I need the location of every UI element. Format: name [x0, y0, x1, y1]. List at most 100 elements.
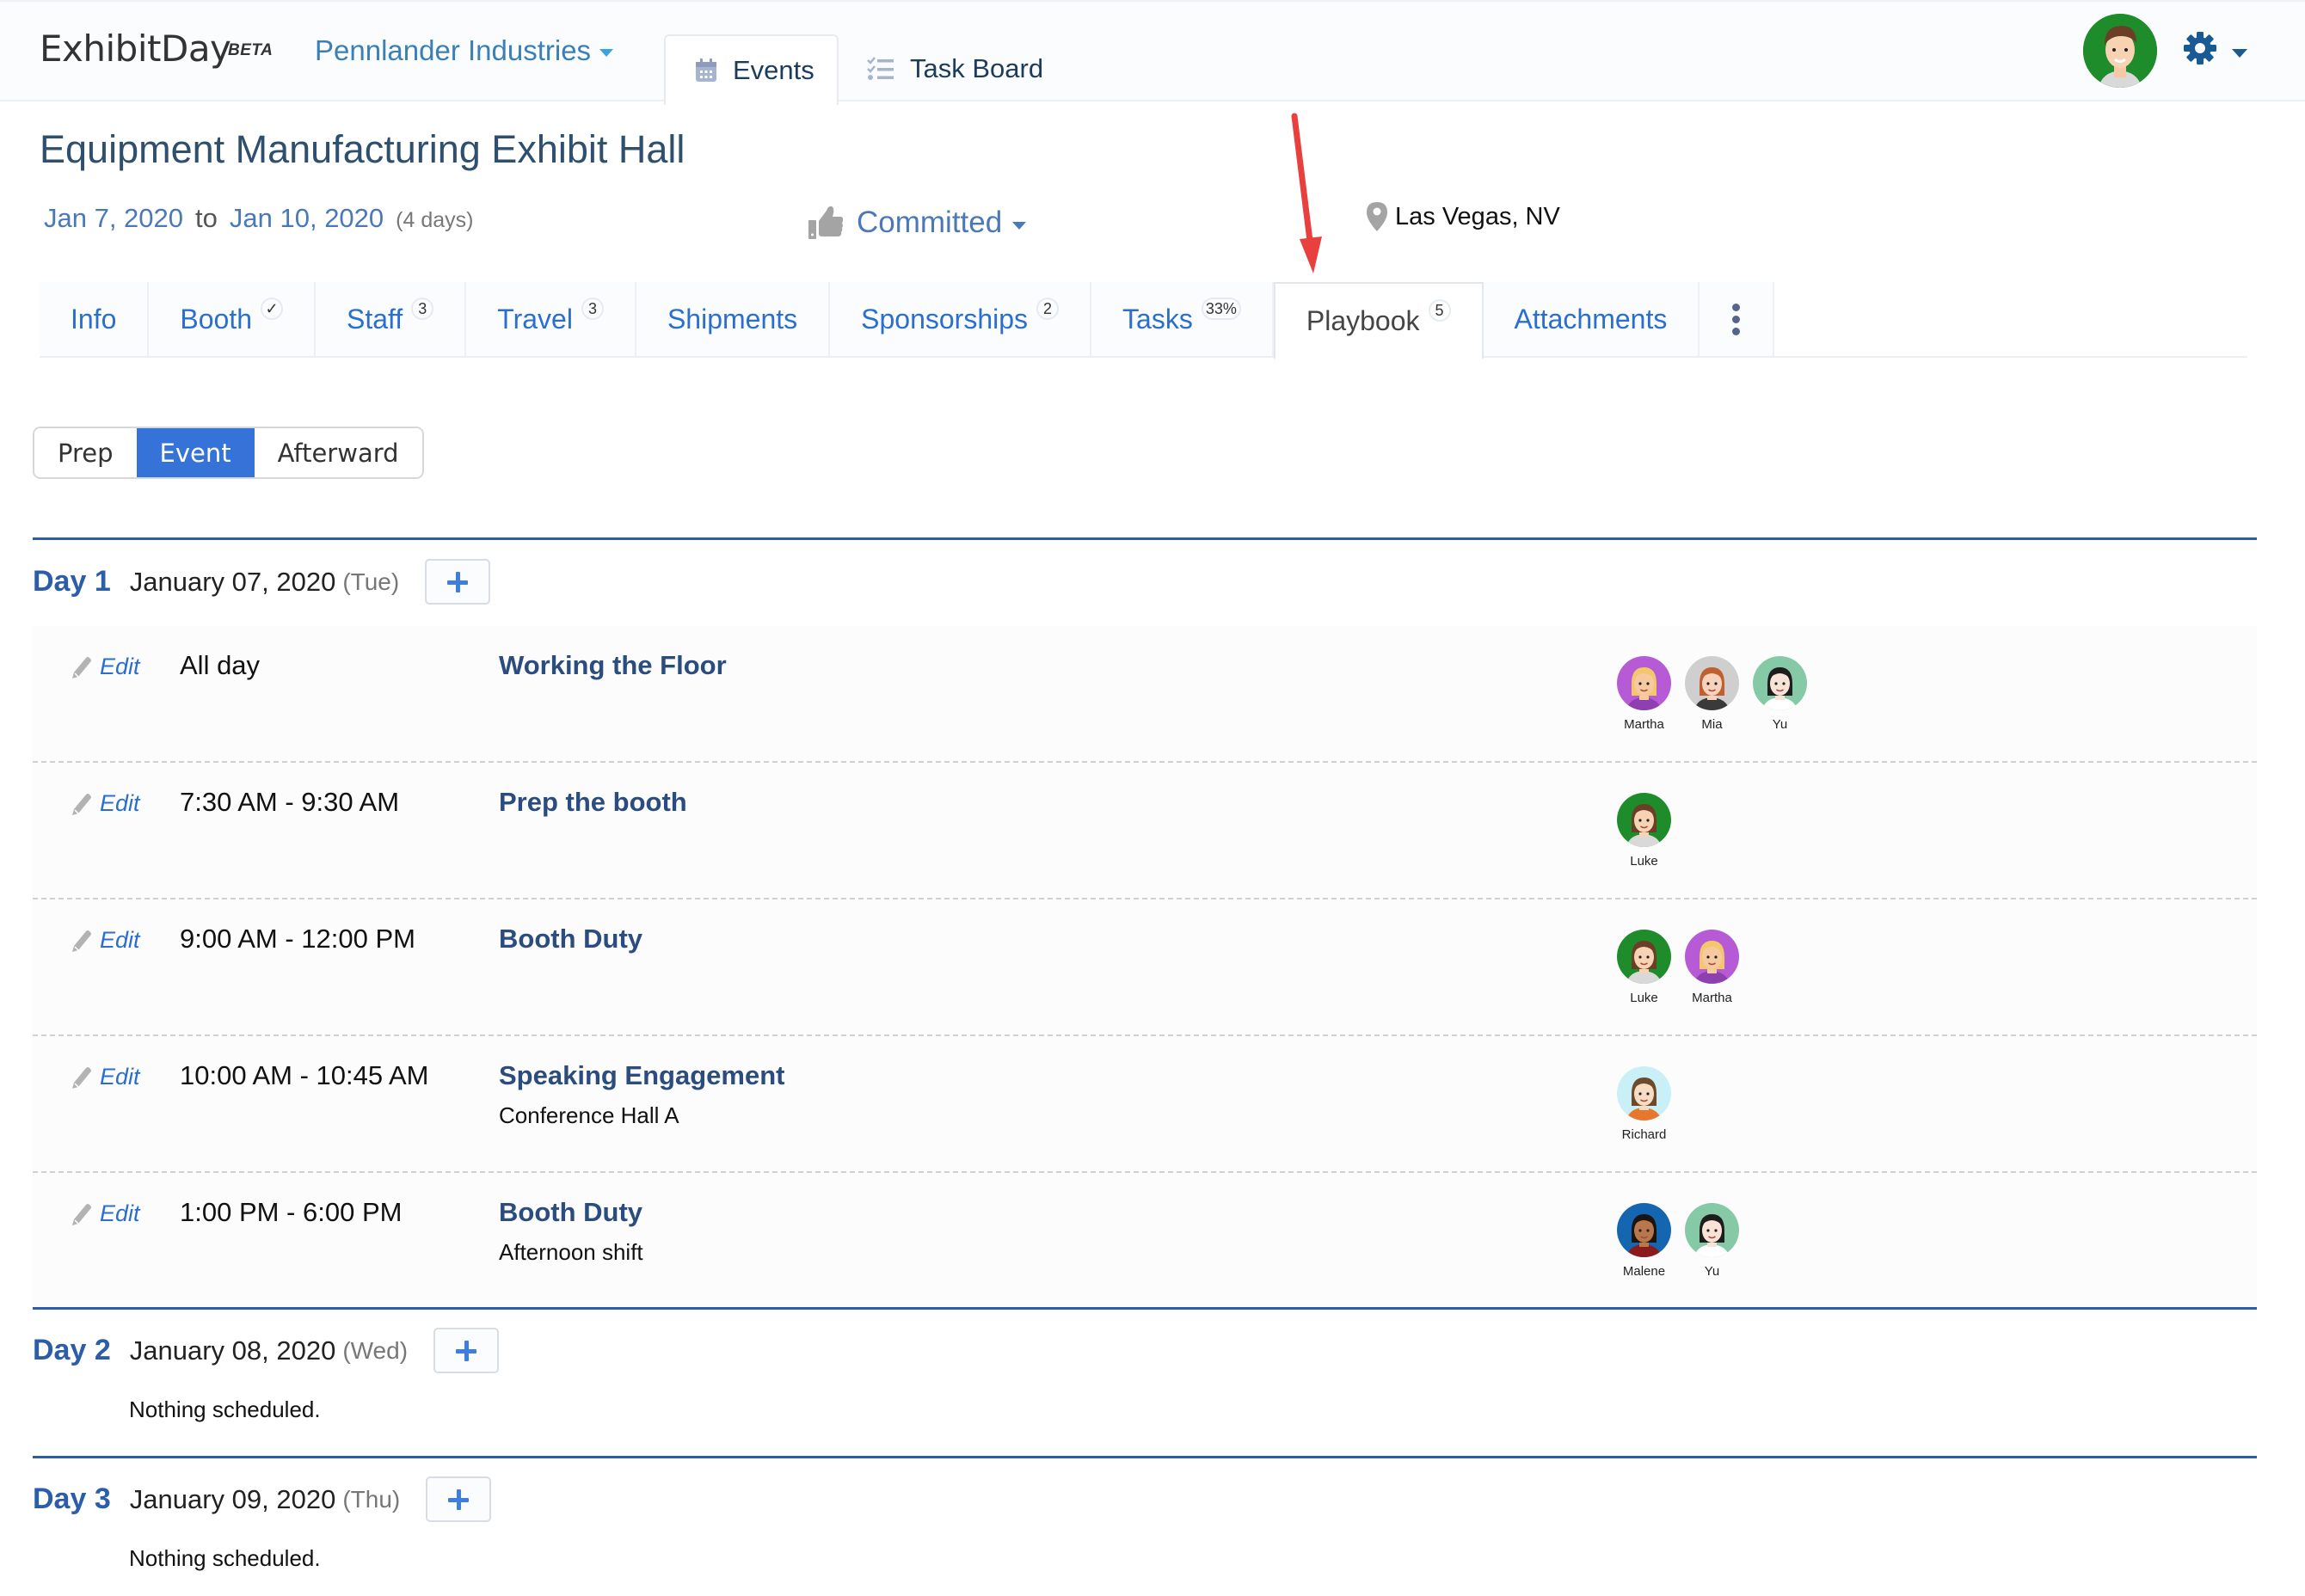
day-weekday: (Thu)	[342, 1485, 401, 1513]
schedule-item-row: Edit All day Working the Floor Martha Mia Yu	[33, 626, 2257, 763]
assigned-staff: Malene Yu	[1617, 1203, 1739, 1279]
beta-badge: BETA	[228, 41, 274, 59]
staff-member[interactable]: Luke	[1617, 930, 1671, 1005]
edit-link[interactable]: Edit	[71, 927, 140, 954]
location-label: Las Vegas, NV	[1395, 202, 1560, 230]
phase-prep-button[interactable]: Prep	[34, 428, 137, 477]
staff-member[interactable]: Richard	[1617, 1066, 1671, 1142]
thumbs-up-icon	[808, 206, 843, 239]
calendar-icon	[696, 58, 716, 82]
day-label: Day 2	[33, 1334, 111, 1366]
edit-link[interactable]: Edit	[71, 1200, 140, 1227]
edit-label: Edit	[100, 927, 140, 953]
add-item-button[interactable]	[433, 1328, 500, 1373]
top-header: ExhibitDay BETA Pennlander Industries Ev…	[0, 0, 2305, 105]
add-item-button[interactable]	[426, 1476, 492, 1522]
day-label: Day 3	[33, 1482, 111, 1515]
tab-info[interactable]: Info	[40, 282, 150, 356]
tab-shipments[interactable]: Shipments	[636, 282, 831, 356]
tab-sponsorships[interactable]: Sponsorships 2	[830, 282, 1092, 356]
event-dates: Jan 7, 2020 to Jan 10, 2020 (4 days)	[44, 203, 473, 234]
start-date-link[interactable]: Jan 7, 2020	[44, 203, 183, 234]
avatar	[1685, 1203, 1739, 1257]
staff-member[interactable]: Yu	[1685, 1203, 1739, 1279]
staff-name: Richard	[1621, 1127, 1667, 1142]
status-dropdown[interactable]: Committed	[808, 205, 1027, 241]
more-tabs-button[interactable]	[1700, 282, 1775, 356]
staff-member[interactable]: Mia	[1685, 656, 1739, 732]
day-date: January 07, 2020	[129, 566, 336, 597]
end-date-link[interactable]: Jan 10, 2020	[230, 203, 384, 234]
edit-link[interactable]: Edit	[71, 790, 140, 817]
day-date: January 08, 2020	[129, 1335, 336, 1366]
staff-name: Luke	[1630, 854, 1658, 869]
tab-label: Booth	[180, 303, 252, 335]
phase-event-button[interactable]: Event	[136, 428, 255, 477]
item-title-link[interactable]: Booth Duty	[499, 1197, 642, 1228]
day-header: Day 3 January 09, 2020 (Thu)	[33, 1476, 492, 1522]
pencil-icon	[72, 1203, 91, 1225]
item-title-link[interactable]: Booth Duty	[499, 924, 642, 955]
progress-badge: 33%	[1201, 298, 1241, 320]
tab-tasks[interactable]: Tasks 33%	[1091, 282, 1274, 356]
staff-member[interactable]: Malene	[1617, 1203, 1671, 1279]
nav-tab-events[interactable]: Events	[664, 34, 839, 105]
chevron-down-icon	[1012, 221, 1027, 230]
avatar	[1617, 656, 1671, 710]
pencil-icon	[72, 930, 91, 952]
plus-icon	[447, 571, 469, 592]
kebab-menu-icon	[1732, 303, 1741, 335]
app-logo[interactable]: ExhibitDay	[40, 28, 231, 70]
assigned-staff: Luke Martha	[1617, 930, 1739, 1005]
avatar	[1617, 930, 1671, 984]
staff-member[interactable]: Martha	[1617, 656, 1671, 732]
staff-member[interactable]: Yu	[1753, 656, 1807, 732]
gear-icon[interactable]	[2183, 31, 2217, 65]
phase-afterward-button[interactable]: Afterward	[254, 428, 422, 477]
pencil-icon	[72, 1066, 91, 1089]
count-badge: 5	[1428, 299, 1451, 322]
day-label: Day 1	[33, 565, 111, 598]
staff-member[interactable]: Martha	[1685, 930, 1739, 1005]
staff-name: Malene	[1622, 1264, 1666, 1279]
day-weekday: (Wed)	[342, 1336, 409, 1364]
avatar	[1685, 656, 1739, 710]
item-title-link[interactable]: Working the Floor	[499, 650, 727, 681]
edit-label: Edit	[100, 1200, 140, 1226]
tab-attachments[interactable]: Attachments	[1483, 282, 1700, 356]
tab-label: Info	[71, 303, 117, 335]
nav-tab-label: Task Board	[910, 53, 1044, 83]
assigned-staff: Martha Mia Yu	[1617, 656, 1807, 732]
tab-playbook[interactable]: Playbook 5	[1273, 282, 1484, 359]
assigned-staff: Luke	[1617, 793, 1671, 869]
checkmark-badge: ✓	[261, 298, 283, 320]
day-divider	[33, 1456, 2257, 1458]
item-title-link[interactable]: Prep the booth	[499, 787, 687, 818]
item-time: 9:00 AM - 12:00 PM	[180, 924, 415, 954]
organization-dropdown[interactable]: Pennlander Industries	[315, 34, 614, 67]
count-badge: 3	[411, 298, 434, 320]
item-title-link[interactable]: Speaking Engagement	[499, 1060, 784, 1091]
edit-link[interactable]: Edit	[71, 654, 140, 680]
schedule-item-row: Edit 9:00 AM - 12:00 PM Booth Duty Luke Mart…	[33, 899, 2257, 1036]
edit-label: Edit	[100, 790, 140, 816]
avatar	[1617, 1203, 1671, 1257]
edit-label: Edit	[100, 654, 140, 679]
edit-link[interactable]: Edit	[71, 1064, 140, 1090]
settings-chevron-down-icon[interactable]	[2232, 49, 2247, 58]
tab-staff[interactable]: Staff 3	[316, 282, 467, 356]
add-item-button[interactable]	[425, 559, 491, 605]
schedule-item-row: Edit 1:00 PM - 6:00 PM Booth Duty Afternoon…	[33, 1173, 2257, 1310]
item-description: Afternoon shift	[499, 1239, 643, 1265]
tab-travel[interactable]: Travel 3	[466, 282, 636, 356]
count-badge: 3	[581, 298, 604, 320]
status-label: Committed	[857, 206, 1003, 239]
edit-label: Edit	[100, 1064, 140, 1090]
nav-tab-task-board[interactable]: Task Board	[867, 34, 1043, 103]
schedule-item-row: Edit 10:00 AM - 10:45 AM Speaking Engageme…	[33, 1036, 2257, 1173]
tab-label: Shipments	[667, 303, 798, 335]
user-avatar-image	[2083, 14, 2157, 88]
staff-member[interactable]: Luke	[1617, 793, 1671, 869]
user-avatar[interactable]	[2083, 14, 2157, 88]
tab-booth[interactable]: Booth ✓	[149, 282, 316, 356]
